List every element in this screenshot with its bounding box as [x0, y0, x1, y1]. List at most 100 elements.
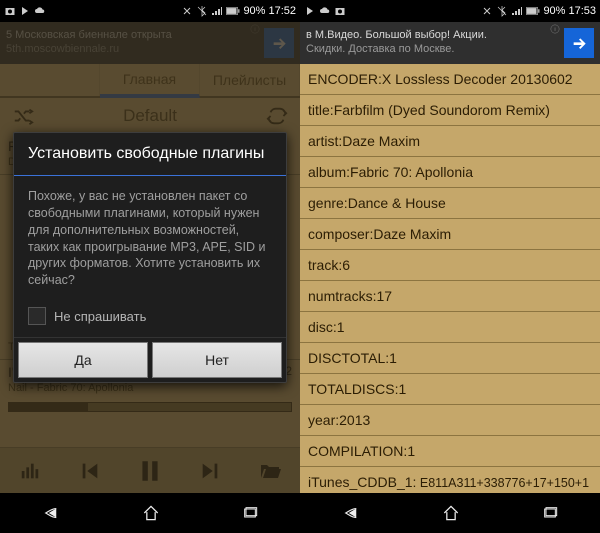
play-icon — [304, 5, 316, 17]
nav-bar — [300, 493, 600, 533]
metadata-value: Daze Maxim — [342, 133, 420, 149]
metadata-value: 17 — [376, 288, 392, 304]
metadata-value: 1 — [407, 443, 415, 459]
tab-playlists[interactable]: Плейлисты — [200, 64, 300, 96]
metadata-key: iTunes_CDDB_1: — [308, 474, 416, 490]
metadata-row[interactable]: genre: Dance & House — [300, 188, 600, 219]
ad-line1: 5 Московская биеннале открыта — [6, 29, 264, 43]
metadata-row[interactable]: disc: 1 — [300, 312, 600, 343]
metadata-row[interactable]: year: 2013 — [300, 405, 600, 436]
open-folder-button[interactable] — [247, 453, 293, 489]
metadata-key: DISCTOTAL: — [308, 350, 389, 366]
metadata-value: 1 — [389, 350, 397, 366]
ad-line2: 5th.moscowbiennale.ru — [6, 43, 264, 57]
tab-left[interactable] — [0, 64, 100, 96]
progress-bar[interactable] — [8, 402, 292, 412]
track-row[interactable]: The Mole - Fabric 70: Apollonia — [0, 335, 300, 360]
metadata-key: disc: — [308, 319, 337, 335]
prev-button[interactable] — [67, 453, 113, 489]
track-title: I've Been There — [8, 364, 106, 380]
ad-banner[interactable]: в М.Видео. Большой выбор! Акции. Скидки.… — [300, 22, 600, 64]
home-button[interactable] — [141, 503, 161, 523]
bluetooth-off-icon — [196, 5, 208, 17]
back-button[interactable] — [340, 504, 362, 522]
battery-percent: 90% — [243, 5, 265, 17]
ad-line1: в М.Видео. Большой выбор! Акции. — [306, 29, 564, 43]
metadata-key: composer: — [308, 226, 373, 242]
battery-icon — [526, 6, 540, 16]
ad-info-icon[interactable]: i — [550, 24, 560, 34]
metadata-key: album: — [308, 164, 350, 180]
eq-button[interactable] — [7, 453, 53, 489]
player-controls — [0, 447, 300, 493]
signal-icon — [511, 5, 523, 17]
shuffle-icon[interactable] — [10, 105, 36, 127]
metadata-row[interactable]: ENCODER: X Lossless Decoder 20130602 — [300, 64, 600, 95]
track-row[interactable]: Farbfilm (Dyed Soundorom Remix) Daze Max… — [0, 134, 300, 175]
metadata-key: artist: — [308, 133, 342, 149]
metadata-value: Fabric 70: Apollonia — [350, 164, 473, 180]
metadata-value: Dance & House — [348, 195, 446, 211]
cloud-icon — [319, 5, 331, 17]
metadata-row[interactable]: COMPILATION: 1 — [300, 436, 600, 467]
home-button[interactable] — [441, 503, 461, 523]
svg-text:i: i — [254, 27, 255, 33]
play-icon — [19, 5, 31, 17]
metadata-value: X Lossless Decoder 20130602 — [382, 71, 573, 87]
repeat-icon[interactable] — [264, 105, 290, 127]
pause-button[interactable] — [127, 453, 173, 489]
bluetooth-off-icon — [496, 5, 508, 17]
status-bar: 90% 17:53 — [300, 0, 600, 22]
metadata-value: 2013 — [339, 412, 370, 428]
signal-icon — [211, 5, 223, 17]
metadata-key: ENCODER: — [308, 71, 382, 87]
cloud-icon — [34, 5, 46, 17]
metadata-value: Daze Maxim — [373, 226, 451, 242]
track-row[interactable]: I've Been There4:42 Nail - Fabric 70: Ap… — [0, 360, 300, 400]
metadata-row[interactable]: numtracks: 17 — [300, 281, 600, 312]
metadata-row[interactable]: artist: Daze Maxim — [300, 126, 600, 157]
playlist-header: Default — [0, 98, 300, 134]
ad-arrow-button[interactable] — [264, 28, 294, 58]
back-button[interactable] — [40, 504, 62, 522]
clock: 17:53 — [568, 5, 596, 17]
track-title: Farbfilm (Dyed Soundorom Remix) — [8, 138, 224, 154]
status-bar: 90% 17:52 — [0, 0, 300, 22]
ad-banner[interactable]: 5 Московская биеннале открыта 5th.moscow… — [0, 22, 300, 64]
battery-percent: 90% — [543, 5, 565, 17]
tab-bar: Главная Плейлисты — [0, 64, 300, 98]
recent-button[interactable] — [540, 505, 560, 521]
metadata-list[interactable]: ENCODER: X Lossless Decoder 20130602titl… — [300, 64, 600, 493]
tab-main[interactable]: Главная — [100, 64, 200, 98]
track-duration: 4:42 — [269, 364, 292, 380]
nfc-icon — [181, 5, 193, 17]
metadata-row[interactable]: track: 6 — [300, 250, 600, 281]
metadata-row[interactable]: title: Farbfilm (Dyed Soundorom Remix) — [300, 95, 600, 126]
playlist-title: Default — [123, 106, 177, 126]
next-button[interactable] — [187, 453, 233, 489]
recent-button[interactable] — [240, 505, 260, 521]
metadata-row[interactable]: DISCTOTAL: 1 — [300, 343, 600, 374]
phone-right: 90% 17:53 в М.Видео. Большой выбор! Акци… — [300, 0, 600, 533]
metadata-row[interactable]: composer: Daze Maxim — [300, 219, 600, 250]
nav-bar — [0, 493, 300, 533]
camera-icon — [334, 5, 346, 17]
ad-arrow-button[interactable] — [564, 28, 594, 58]
metadata-value: 1 — [337, 319, 345, 335]
track-subtitle: Daze Maxim - Fabric 70: Apollonia — [8, 156, 292, 168]
battery-icon — [226, 6, 240, 16]
svg-text:i: i — [554, 27, 555, 33]
metadata-row[interactable]: iTunes_CDDB_1: E811A311+338776+17+150+18… — [300, 467, 600, 493]
track-list[interactable]: Farbfilm (Dyed Soundorom Remix) Daze Max… — [0, 134, 300, 447]
ad-info-icon[interactable]: i — [250, 24, 260, 34]
metadata-value: 6 — [342, 257, 350, 273]
ad-line2: Скидки. Доставка по Москве. — [306, 43, 564, 57]
metadata-value: Farbfilm (Dyed Soundorom Remix) — [334, 102, 550, 118]
metadata-row[interactable]: TOTALDISCS: 1 — [300, 374, 600, 405]
metadata-row[interactable]: album: Fabric 70: Apollonia — [300, 157, 600, 188]
metadata-key: COMPILATION: — [308, 443, 407, 459]
metadata-key: year: — [308, 412, 339, 428]
track-subtitle: The Mole - Fabric 70: Apollonia — [8, 341, 292, 353]
metadata-key: title: — [308, 102, 334, 118]
metadata-key: TOTALDISCS: — [308, 381, 399, 397]
